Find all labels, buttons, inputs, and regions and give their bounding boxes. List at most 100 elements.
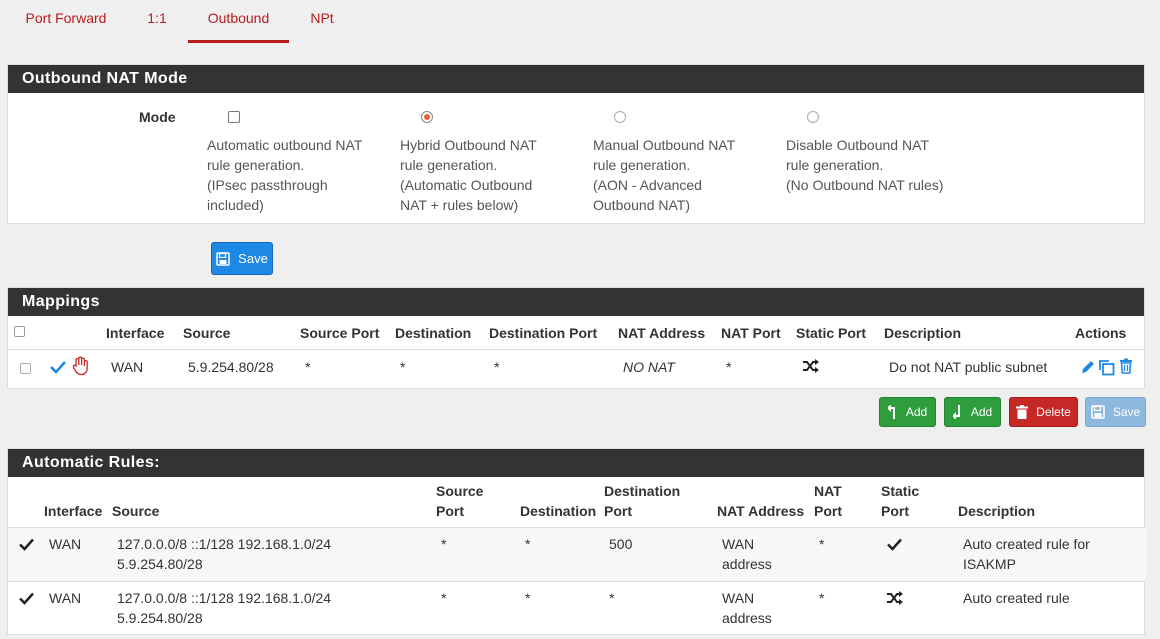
outbound-nat-mode-panel: Outbound NAT Mode Mode Automatic outboun… — [7, 64, 1145, 224]
cell-nat-port: * — [726, 359, 732, 375]
cell-nat-address: WAN address — [722, 534, 772, 574]
tab-outbound[interactable]: Outbound — [188, 0, 289, 43]
col-nat-address: NAT Address — [618, 325, 706, 341]
row-select-checkbox[interactable] — [20, 363, 31, 374]
cell-line: ISAKMP — [963, 556, 1016, 572]
tab-npt[interactable]: NPt — [300, 0, 344, 43]
add-top-label: Add — [905, 405, 928, 419]
col-nat-port: NAT Port — [814, 481, 842, 521]
cell-source-port: * — [305, 359, 311, 375]
header-line: Static — [881, 483, 920, 499]
panel-heading: Outbound NAT Mode — [8, 65, 1144, 93]
option-line: Manual Outbound NAT — [593, 137, 736, 153]
col-source-port: Source Port — [436, 481, 483, 521]
cell-line: address — [722, 610, 772, 626]
col-source: Source — [112, 503, 160, 519]
check-icon — [887, 538, 902, 551]
check-icon[interactable] — [50, 360, 66, 374]
option-line: Hybrid Outbound NAT — [400, 137, 537, 153]
shuffle-icon — [887, 591, 903, 605]
col-description: Description — [958, 503, 1036, 519]
mode-manual-radio[interactable] — [614, 111, 626, 123]
header-line: Destination — [604, 483, 681, 499]
cell-description: Auto created rule for ISAKMP — [963, 534, 1090, 574]
col-actions: Actions — [1075, 325, 1127, 341]
arrow-up-icon — [887, 405, 895, 419]
floppy-icon — [216, 251, 230, 266]
table-row: WAN 127.0.0.0/8 ::1/128 192.168.1.0/24 5… — [8, 528, 1146, 581]
delete-label: Delete — [1036, 405, 1071, 419]
cell-source: 127.0.0.0/8 ::1/128 192.168.1.0/24 5.9.2… — [117, 588, 331, 628]
cell-destination: * — [400, 359, 406, 375]
cell-destination-port: * — [609, 590, 615, 606]
col-static-port: Static Port — [796, 325, 867, 341]
col-nat-port: NAT Port — [721, 325, 781, 341]
save-mappings-label: Save — [1112, 405, 1141, 419]
save-mappings-button[interactable]: Save — [1085, 397, 1146, 427]
option-line: Disable Outbound NAT — [786, 137, 929, 153]
tab-port-forward[interactable]: Port Forward — [14, 0, 118, 43]
cell-line: address — [722, 556, 772, 572]
add-bottom-label: Add — [970, 405, 993, 419]
mode-hybrid-radio[interactable] — [421, 111, 433, 123]
nat-tabs: Port Forward 1:1 Outbound NPt — [0, 0, 1160, 44]
option-line: rule generation. — [786, 157, 884, 173]
arrow-down-icon — [952, 405, 960, 419]
delete-button[interactable]: Delete — [1009, 397, 1078, 427]
hand-stop-icon[interactable] — [72, 356, 90, 376]
col-destination-port: Destination Port — [604, 481, 680, 521]
col-destination: Destination — [520, 503, 597, 519]
option-line: (AON - Advanced — [593, 177, 702, 193]
save-mode-label: Save — [238, 251, 268, 266]
option-line: Automatic outbound NAT — [207, 137, 363, 153]
cell-source-port: * — [441, 536, 447, 552]
header-line: Port — [814, 503, 842, 519]
col-source: Source — [183, 325, 231, 341]
cell-nat-port: * — [819, 536, 825, 552]
col-destination-port: Destination Port — [489, 325, 598, 341]
check-icon — [19, 592, 34, 605]
cell-nat-port: * — [819, 590, 825, 606]
cell-line: WAN — [722, 536, 755, 552]
floppy-icon — [1091, 405, 1105, 419]
clone-icon[interactable] — [1098, 359, 1115, 376]
pencil-icon[interactable] — [1080, 359, 1096, 375]
automatic-rules-panel: Automatic Rules: Interface Source Source… — [7, 448, 1146, 635]
option-line: Outbound NAT) — [593, 197, 691, 213]
header-line: Port — [881, 503, 909, 519]
cell-destination: * — [525, 590, 531, 606]
cell-destination: * — [525, 536, 531, 552]
mode-disable-radio[interactable] — [807, 111, 819, 123]
cell-line: WAN — [722, 590, 755, 606]
tab-one-to-one[interactable]: 1:1 — [137, 0, 177, 43]
cell-line: 5.9.254.80/28 — [117, 556, 203, 572]
table-row: WAN 5.9.254.80/28 * * * NO NAT * Do not … — [8, 350, 1146, 386]
option-line: rule generation. — [593, 157, 691, 173]
option-line: (No Outbound NAT rules) — [786, 177, 944, 193]
mode-automatic-checkbox[interactable] — [228, 111, 240, 123]
col-static-port: Static Port — [881, 481, 919, 521]
option-line: rule generation. — [207, 157, 305, 173]
add-bottom-button[interactable]: Add — [944, 397, 1001, 427]
col-interface: Interface — [44, 503, 103, 519]
mode-label: Mode — [139, 109, 176, 125]
col-nat-address: NAT Address — [717, 503, 805, 519]
panel-heading: Automatic Rules: — [8, 449, 1144, 477]
cell-interface: WAN — [49, 590, 82, 606]
save-mode-button[interactable]: Save — [211, 242, 273, 275]
cell-nat-address: NO NAT — [623, 359, 675, 375]
header-line: Source — [436, 483, 484, 499]
cell-source-port: * — [441, 590, 447, 606]
select-all-checkbox[interactable] — [14, 326, 25, 337]
col-destination: Destination — [395, 325, 472, 341]
add-top-button[interactable]: Add — [879, 397, 936, 427]
trash-icon — [1016, 405, 1029, 419]
cell-description: Do not NAT public subnet — [889, 359, 1048, 375]
option-line: (Automatic Outbound — [400, 177, 533, 193]
cell-line: Auto created rule for — [963, 536, 1090, 552]
header-line: NAT — [814, 483, 842, 499]
table-row: WAN 127.0.0.0/8 ::1/128 192.168.1.0/24 5… — [8, 582, 1146, 634]
trash-icon[interactable] — [1119, 358, 1133, 374]
option-line: rule generation. — [400, 157, 498, 173]
col-source-port: Source Port — [300, 325, 380, 341]
